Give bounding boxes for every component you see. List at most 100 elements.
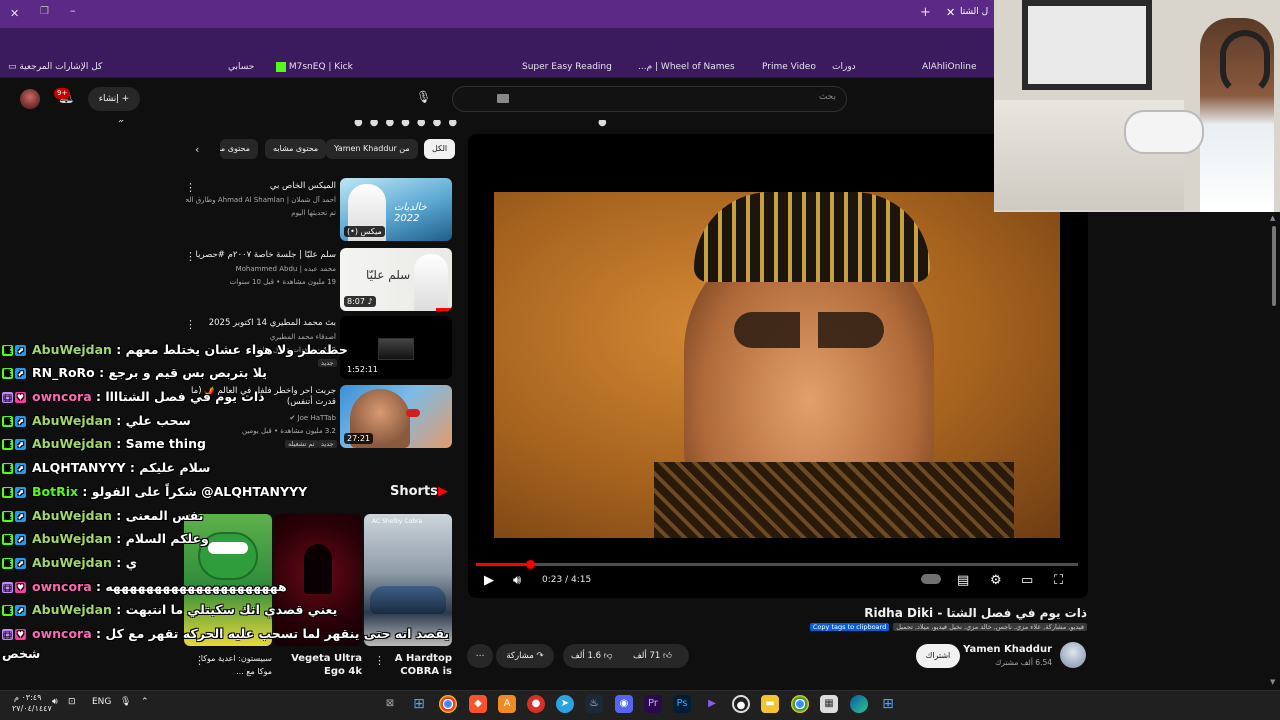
rec-more-icon[interactable]: ⋮ [185, 181, 196, 194]
rec-title[interactable]: الميكس الخاص بي [186, 181, 336, 191]
chip-from-channel[interactable]: من Yamen Khaddur [326, 139, 418, 159]
bookmark-prime-video[interactable]: Prime Video [762, 59, 816, 75]
bookmark-kick[interactable]: M7snEQ | Kick [276, 59, 353, 75]
bookmark-alahlionline[interactable]: AlAhliOnline [922, 59, 977, 75]
chip-suggested[interactable]: محتوى مقتر [220, 139, 258, 159]
settings-gear-icon[interactable]: ⚙ [990, 573, 1002, 589]
like-button[interactable]: 👍︎ 71 ألف [633, 644, 672, 668]
new-badge: جديد [318, 440, 337, 448]
volume-icon[interactable]: 🔊︎ [513, 573, 521, 589]
tray-overflow-chevron-icon[interactable]: ⌃ [141, 697, 149, 707]
network-tray-icon[interactable]: ⊡ [68, 697, 76, 707]
premiere-pro-icon[interactable]: Pr [644, 695, 662, 713]
rec-thumbnail[interactable]: 27:21 [340, 385, 452, 448]
rec-title[interactable]: بث محمد المطيري 14 اكتوبر 2025 [186, 318, 336, 328]
language-indicator[interactable]: ENG [92, 697, 111, 707]
copy-tags-button[interactable]: Copy tags to clipboard [809, 623, 890, 631]
progress-bar[interactable] [476, 563, 1078, 566]
page-scrollbar[interactable]: ▲ ▼ [1270, 214, 1278, 690]
short-more-icon[interactable]: ⋮ [374, 654, 385, 667]
keyboard-icon[interactable] [497, 94, 509, 103]
short-more-icon[interactable]: ⋮ [194, 654, 205, 667]
windows-app-icon[interactable]: ⊞ [879, 695, 897, 713]
more-actions-button[interactable]: ⋯ [467, 644, 493, 668]
obs-icon[interactable]: ● [732, 695, 750, 713]
fullscreen-icon[interactable]: ⛶ [1054, 573, 1063, 589]
rec-channel[interactable]: أحمد آل شملان | Ahmad Al Shamlan وطارق ا… [186, 196, 336, 204]
brave-icon[interactable]: ◆ [469, 695, 487, 713]
photoshop-icon[interactable]: Ps [673, 695, 691, 713]
chat-username[interactable]: RN_RoRo [32, 365, 95, 380]
share-button[interactable]: ↷ مشاركة [496, 644, 554, 668]
bookmark-wheel-of-names[interactable]: Wheel of Names | م... [638, 59, 735, 75]
rec-channel[interactable]: أصدقاء محمد المطيري [186, 333, 336, 341]
close-window-icon[interactable]: ✕ [10, 7, 19, 20]
edge-icon[interactable] [850, 695, 868, 713]
mic-tray-icon[interactable]: 🎙︎ [120, 697, 131, 707]
chrome-icon[interactable] [439, 695, 457, 713]
voice-search-mic-icon[interactable]: 🎙︎ [416, 90, 431, 106]
play-icon[interactable]: ▶ [484, 573, 494, 589]
file-explorer-icon[interactable]: ▬ [761, 695, 779, 713]
chat-username[interactable]: AbuWejdan [32, 555, 112, 570]
scroll-thumb[interactable] [1272, 226, 1276, 306]
chat-username[interactable]: AbuWejdan [32, 436, 112, 451]
account-avatar[interactable] [20, 89, 40, 109]
chat-username[interactable]: BotRix [32, 484, 78, 499]
rec-thumbnail[interactable]: 1:52:11 [340, 316, 452, 379]
chat-username[interactable]: AbuWejdan [32, 413, 112, 428]
rec-title[interactable]: سلم عليّا | جلسة خاصة ٢٠٠٧م #حصرياً [186, 250, 336, 260]
app-red-icon[interactable]: ● [527, 695, 545, 713]
search-input[interactable]: بحث [452, 86, 847, 112]
chat-username[interactable]: AbuWejdan [32, 602, 112, 617]
clock-date[interactable]: ٢٧/٠٤/١٤٤٧ [12, 704, 52, 713]
bookmark-all[interactable]: كل الإشارات المرجعية ▭ [8, 59, 102, 75]
minimize-window-icon[interactable]: – [70, 4, 76, 17]
rec-thumbnail[interactable]: سلم عليّا 8:07 ♪ [340, 248, 452, 311]
telegram-icon[interactable]: ➤ [556, 695, 574, 713]
bookmark-super-easy-reading[interactable]: Super Easy Reading [522, 59, 612, 75]
rec-channel[interactable]: محمد عبده | Mohammed Abdu [186, 265, 336, 273]
app-a-icon[interactable]: A [498, 695, 516, 713]
app-purple-icon[interactable]: ▶ [703, 695, 721, 713]
subtitles-icon[interactable]: ▤ [957, 573, 969, 589]
active-tab-title[interactable]: ل الشتا [960, 7, 988, 17]
bookmark-account[interactable]: حسابي [228, 59, 254, 75]
volume-tray-icon[interactable]: 🔊︎ [52, 697, 58, 707]
scroll-down-arrow[interactable]: ▼ [1270, 678, 1275, 686]
rec-more-icon[interactable]: ⋮ [185, 318, 196, 331]
chat-username[interactable]: AbuWejdan [32, 531, 112, 546]
chat-username[interactable]: AbuWejdan [32, 342, 112, 357]
chips-prev-chevron-icon[interactable]: ‹ [195, 143, 199, 156]
start-menu-icon[interactable]: ⊞ [410, 695, 428, 713]
rec-channel[interactable]: Joe HaTTab ✔ [186, 414, 336, 422]
taskbar-app-icon[interactable]: ⊠ [381, 695, 399, 713]
chat-username[interactable]: owncora [32, 626, 92, 641]
chat-username[interactable]: ALQHTANYYY [32, 460, 126, 475]
subscribe-button[interactable]: اشتراك [916, 644, 960, 668]
discord-icon[interactable]: ◉ [615, 695, 633, 713]
chat-username[interactable]: owncora [32, 389, 92, 404]
channel-name[interactable]: Yamen Khaddur [963, 644, 1052, 655]
restore-window-icon[interactable]: ❐ [40, 6, 49, 17]
store-icon[interactable]: ▦ [820, 695, 838, 713]
autoplay-toggle-icon[interactable] [920, 573, 942, 589]
chat-username[interactable]: AbuWejdan [32, 508, 112, 523]
steam-icon[interactable]: ♨ [585, 695, 603, 713]
chat-username[interactable]: owncora [32, 579, 92, 594]
theater-mode-icon[interactable]: ▭ [1021, 573, 1033, 589]
create-button[interactable]: إنشاء + [88, 87, 140, 111]
rec-more-icon[interactable]: ⋮ [185, 250, 196, 263]
scroll-up-arrow[interactable]: ▲ [1270, 214, 1275, 222]
chip-all[interactable]: الكل [424, 139, 456, 159]
close-tab-icon[interactable]: ✕ [946, 6, 955, 19]
chip-related[interactable]: محتوى مشابه [265, 139, 327, 159]
new-tab-icon[interactable]: + [920, 5, 931, 20]
chrome-icon-2[interactable] [791, 695, 809, 713]
dislike-button[interactable]: 👎︎ 1.6 ألف [571, 644, 612, 668]
rec-thumbnail[interactable]: خالديات 2022 (•) ميكس [340, 178, 452, 241]
channel-avatar[interactable] [1060, 642, 1086, 668]
short-title[interactable]: Vegeta Ultra Ego 4k [280, 652, 362, 678]
clock-time[interactable]: ٠٣:٤٩ م [14, 693, 41, 702]
bookmark-courses[interactable]: دورات [832, 59, 856, 75]
